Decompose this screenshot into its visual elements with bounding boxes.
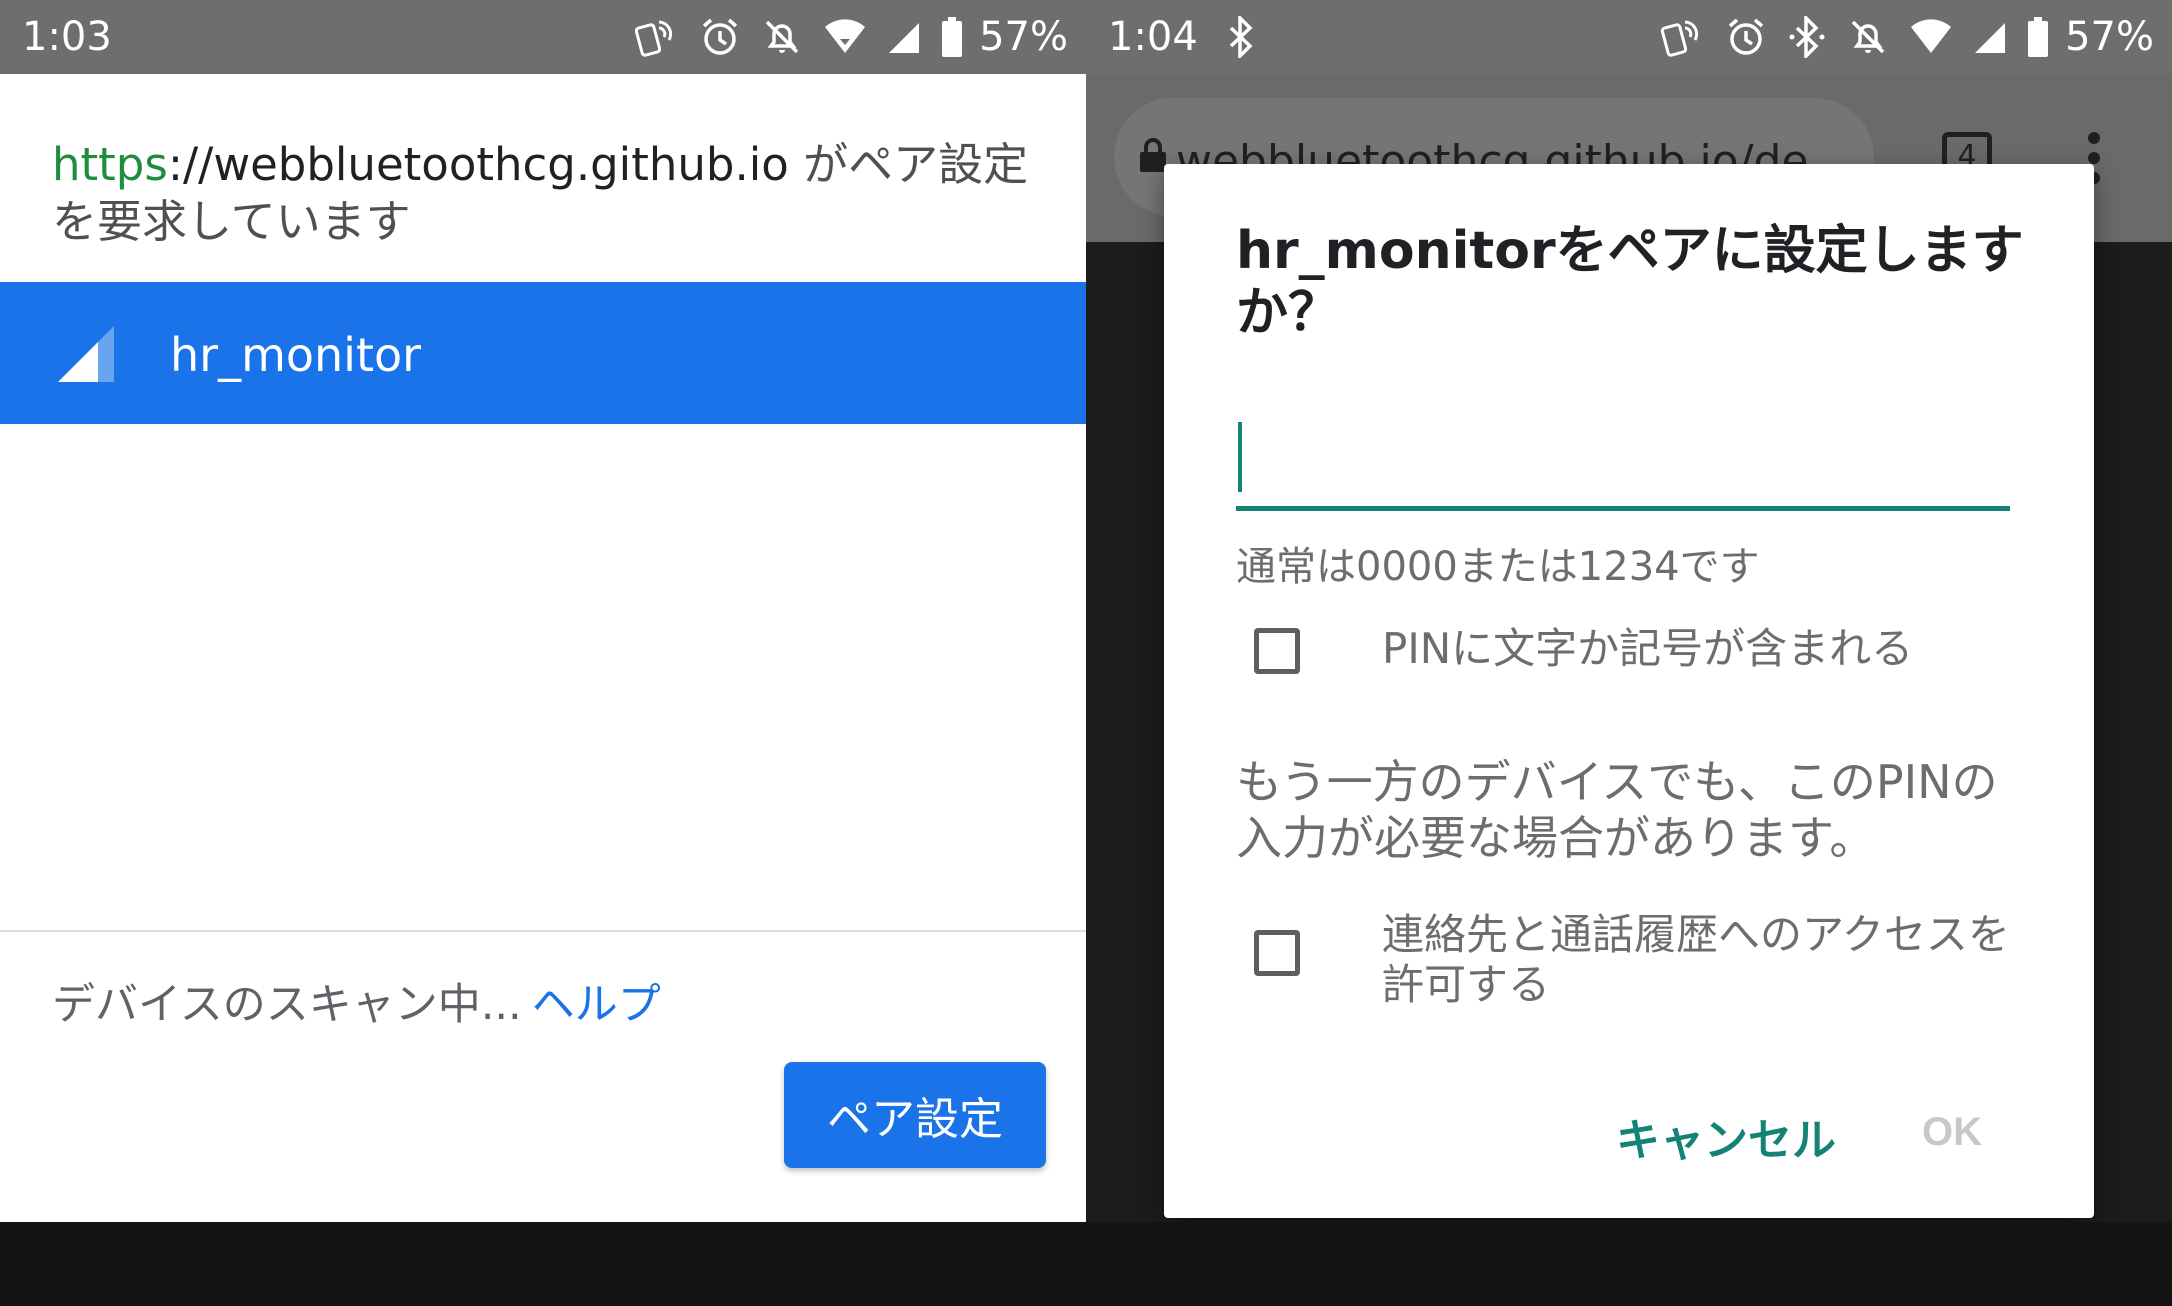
- wifi-icon: [825, 19, 866, 53]
- status-icons: 57%: [1659, 12, 2154, 62]
- notifications-off-icon: [1851, 20, 1885, 54]
- url-separator: ://: [167, 138, 214, 191]
- pin-alphanumeric-label: PINに文字か記号が含まれる: [1382, 624, 1914, 673]
- status-time: 1:04: [1108, 14, 1198, 60]
- nfc-icon: [1660, 20, 1699, 57]
- device-name: hr_monitor: [170, 328, 422, 382]
- notifications-off-icon: [765, 20, 799, 54]
- alarm-icon: [1728, 18, 1764, 55]
- chooser-screen: 1:03 57% https://webbluetoothcg.github.i…: [0, 0, 1086, 1306]
- ok-button[interactable]: OK: [1922, 1110, 1982, 1155]
- nfc-icon: [634, 20, 673, 57]
- dialog-title: hr_monitorをペアに設定しますか？: [1236, 221, 2024, 343]
- contacts-access-row[interactable]: 連絡先と通話履歴へのアクセスを許可する: [1254, 910, 2022, 1010]
- status-icons: 57%: [633, 12, 1068, 62]
- battery-icon: [942, 17, 963, 57]
- pair-button[interactable]: ペア設定: [784, 1062, 1046, 1168]
- wifi-icon: [1911, 19, 1952, 53]
- status-bar: 1:04 57%: [1086, 0, 2172, 74]
- help-link[interactable]: ヘルプ: [532, 980, 661, 1030]
- pairing-request-text: https://webbluetoothcg.github.io がペア設定を要…: [52, 136, 1052, 250]
- divider: [0, 930, 1086, 932]
- navigation-bar: [0, 1222, 1086, 1306]
- contacts-access-checkbox[interactable]: [1254, 930, 1300, 976]
- scanning-status: デバイスのスキャン中... ヘルプ: [52, 970, 661, 1032]
- navigation-bar: [1086, 1222, 2172, 1306]
- signal-strength-icon: [58, 326, 114, 382]
- bluetooth-connected-icon: [1789, 16, 1825, 58]
- pin-alphanumeric-checkbox[interactable]: [1254, 628, 1300, 674]
- pin-hint: 通常は0000または1234です: [1236, 544, 1760, 590]
- battery-icon: [2028, 17, 2049, 57]
- contacts-access-label: 連絡先と通話履歴へのアクセスを許可する: [1382, 910, 2010, 1009]
- signal-icon: [1975, 23, 2006, 53]
- battery-percent: 57%: [2065, 14, 2154, 60]
- scanning-text: デバイスのスキャン中...: [52, 980, 522, 1030]
- pin-info-text: もう一方のデバイスでも、このPINの入力が必要な場合があります。: [1236, 755, 1998, 865]
- pin-alphanumeric-row[interactable]: PINに文字か記号が含まれる: [1254, 624, 2022, 674]
- pin-dialog-screen: 1:04 57% webbluetoothcg.github.io/de 4 h…: [1086, 0, 2172, 1306]
- battery-percent: 57%: [979, 14, 1068, 60]
- cancel-button[interactable]: キャンセル: [1616, 1104, 1836, 1168]
- pin-dialog: hr_monitorをペアに設定しますか？ 通常は0000または1234です P…: [1164, 164, 2094, 1218]
- bluetooth-icon: [1229, 16, 1253, 58]
- url-host: webbluetoothcg.github.io: [213, 138, 789, 191]
- status-bar: 1:03 57%: [0, 0, 1086, 74]
- url-scheme: https: [52, 138, 168, 191]
- status-time: 1:03: [22, 14, 112, 60]
- pin-input[interactable]: [1236, 420, 2010, 511]
- device-list-item[interactable]: hr_monitor: [0, 282, 1086, 424]
- alarm-icon: [702, 18, 738, 55]
- signal-icon: [889, 23, 920, 53]
- text-cursor: [1238, 422, 1242, 492]
